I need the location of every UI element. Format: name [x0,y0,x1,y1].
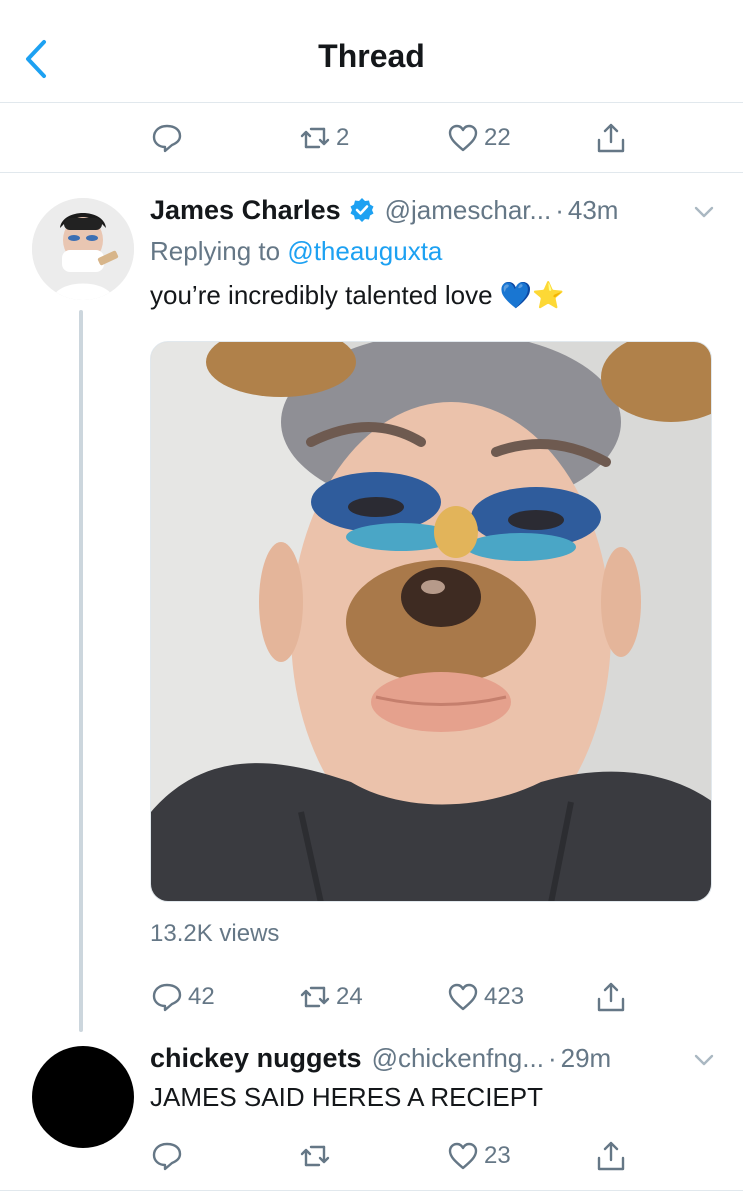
avatar[interactable] [32,198,134,300]
verified-badge-icon [350,198,374,222]
author-handle[interactable]: @jameschar... [385,195,552,226]
heart-icon [448,1142,478,1170]
tweet-video[interactable] [150,341,712,902]
replying-to: Replying to @theauguxta [150,236,442,267]
view-count: 13.2K views [150,920,280,947]
thread-connector-line [79,310,83,1032]
retweet-icon [300,1145,330,1167]
reply-button[interactable]: 42 [150,975,215,1019]
retweet-button[interactable]: 2 [298,116,349,160]
author-name[interactable]: James Charles [150,195,341,226]
reply-bubble-icon [152,1142,182,1171]
retweet-button[interactable] [298,1134,336,1178]
share-button[interactable] [594,116,628,160]
tweet-actions: 23 [0,1134,743,1178]
author-handle[interactable]: @chickenfng... [372,1043,544,1074]
share-button[interactable] [594,975,628,1019]
divider [0,1190,743,1191]
separator: · [555,194,564,225]
like-button[interactable]: 22 [446,116,511,160]
author-name[interactable]: chickey nuggets [150,1043,362,1074]
replying-prefix: Replying to [150,236,281,266]
like-count: 22 [484,124,511,151]
page-title: Thread [318,38,425,74]
heart-icon [448,983,478,1011]
share-icon [597,1141,625,1171]
retweet-icon [300,127,330,149]
nav-header: Thread [0,0,743,103]
reply-button[interactable] [150,116,188,160]
timestamp[interactable]: 29m [561,1043,612,1074]
retweet-icon [300,986,330,1008]
avatar-image [32,198,134,300]
divider [0,172,743,173]
retweet-count: 24 [336,983,363,1010]
chevron-down-icon[interactable] [691,1047,717,1073]
retweet-button[interactable]: 24 [298,975,363,1019]
tweet-text: you’re incredibly talented love 💙⭐️ [150,280,565,310]
heart-icon [448,124,478,152]
tweet-header: James Charles @jameschar... · 43m [150,192,710,228]
timestamp[interactable]: 43m [568,195,619,226]
chevron-down-icon[interactable] [691,199,717,225]
share-icon [597,123,625,153]
like-button[interactable]: 23 [446,1134,511,1178]
like-button[interactable]: 423 [446,975,524,1019]
like-count: 423 [484,983,525,1010]
reply-bubble-icon [152,983,182,1012]
prev-tweet-actions: 2 22 [0,116,743,160]
retweet-count: 2 [336,124,350,151]
share-icon [597,982,625,1012]
tweet-text: JAMES SAID HERES A RECIEPT [150,1082,543,1112]
tweet-header: chickey nuggets @chickenfng... · 29m [150,1040,710,1076]
tweet-actions: 42 24 423 [0,975,743,1019]
reply-bubble-icon [152,124,182,153]
video-thumbnail [151,342,711,901]
reply-button[interactable] [150,1134,188,1178]
like-count: 23 [484,1142,511,1169]
separator: · [547,1042,557,1073]
avatar[interactable] [32,1046,134,1148]
share-button[interactable] [594,1134,628,1178]
replying-to-mention[interactable]: @theauguxta [287,236,442,266]
reply-count: 42 [188,983,215,1010]
